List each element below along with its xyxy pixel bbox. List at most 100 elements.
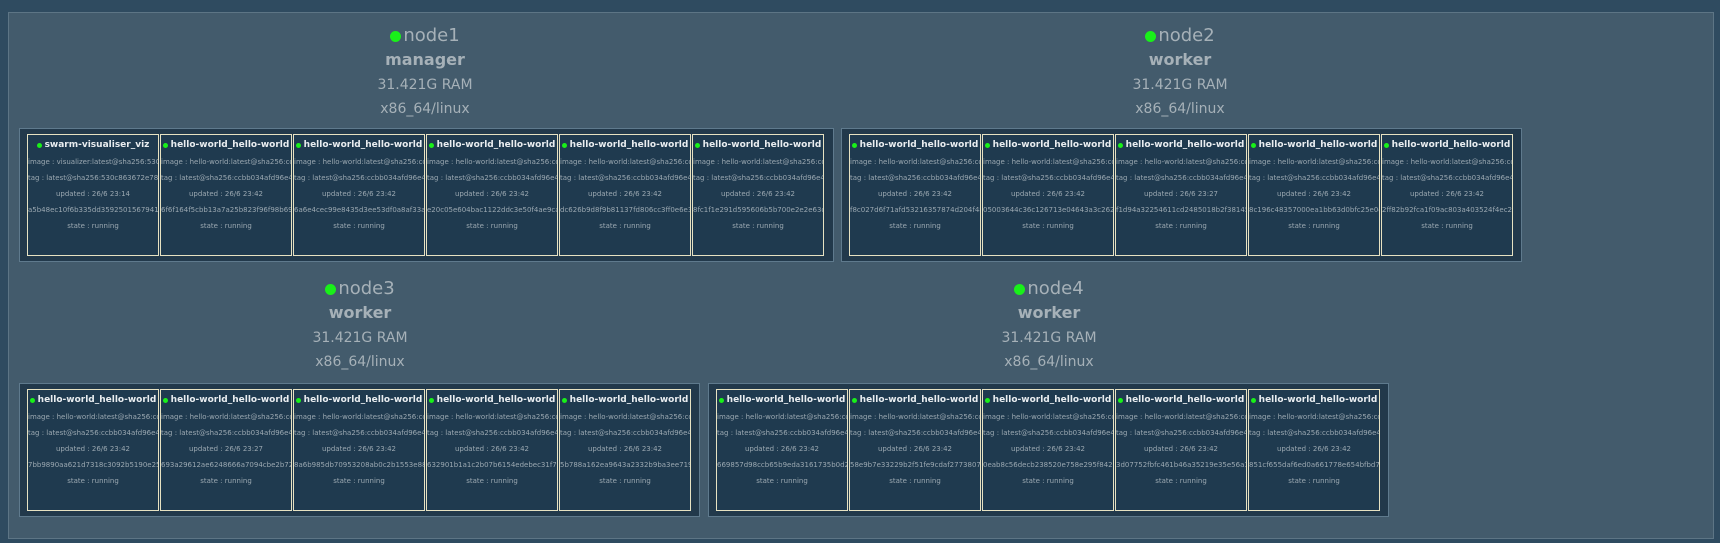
task-card[interactable]: hello-world_hello-world image : hello-wor… — [293, 389, 425, 511]
task-id: f8c027d6f71afd53216357874d204f482e7a — [850, 206, 980, 214]
task-name: hello-world_hello-world — [1125, 140, 1245, 150]
task-card[interactable]: hello-world_hello-world image : hello-wor… — [1115, 389, 1247, 511]
task-image: image : hello-world:latest@sha256:ccbb0 — [28, 413, 158, 421]
task-image: image : hello-world:latest@sha256:ccbb0 — [983, 158, 1113, 166]
task-container-node3: hello-world_hello-worldimage : hello-wor… — [19, 383, 700, 517]
task-state: state : running — [732, 222, 784, 230]
task-id: 3d07752fbfc461b46a35219e35e56a1684 — [1116, 461, 1246, 469]
task-image: image : visualizer:latest@sha256:530c863… — [28, 158, 158, 166]
task-image: image : hello-world:latest@sha256:ccbb0 — [427, 158, 557, 166]
task-updated: updated : 26/6 23:27 — [188, 445, 264, 453]
task-updated: updated : 26/6 23:27 — [1143, 190, 1219, 198]
task-state: state : running — [756, 477, 808, 485]
task-card[interactable]: hello-world_hello-world image : hello-wor… — [1115, 134, 1247, 256]
task-card[interactable]: hello-world_hello-world image : hello-wor… — [559, 134, 691, 256]
task-card[interactable]: hello-world_hello-world image : hello-wor… — [849, 134, 981, 256]
task-updated: updated : 26/6 23:42 — [1409, 190, 1485, 198]
task-updated: updated : 26/6 23:42 — [454, 445, 530, 453]
task-name: hello-world_hello-world — [170, 395, 290, 405]
task-image: image : hello-world:latest@sha256:ccbb0 — [717, 413, 847, 421]
status-dot-icon — [1014, 283, 1026, 295]
task-updated: updated : 26/6 23:42 — [1010, 445, 1086, 453]
task-tag: tag : latest@sha256:ccbb034afd96e4448b — [1116, 174, 1247, 182]
task-state: state : running — [1288, 222, 1340, 230]
node-header-node1: node1 manager 31.421G RAM x86_64/linux — [325, 25, 525, 118]
task-updated: updated : 26/6 23:42 — [454, 190, 530, 198]
task-updated: updated : 26/6 23:42 — [321, 190, 397, 198]
task-name: hello-world_hello-world — [1391, 140, 1511, 150]
task-card[interactable]: hello-world_hello-world image : hello-wor… — [160, 389, 292, 511]
node-name: node1 — [403, 25, 460, 46]
task-state: state : running — [200, 477, 252, 485]
status-dot-icon — [428, 142, 434, 148]
status-dot-icon — [851, 142, 857, 148]
task-image: image : hello-world:latest@sha256:ccbb0 — [161, 158, 291, 166]
task-name: hello-world_hello-world — [1258, 140, 1378, 150]
task-container-node4: hello-world_hello-worldimage : hello-wor… — [708, 383, 1389, 517]
task-state: state : running — [466, 477, 518, 485]
task-card[interactable]: hello-world_hello-world image : hello-wor… — [1248, 389, 1380, 511]
task-card[interactable]: hello-world_hello-world image : hello-wor… — [559, 389, 691, 511]
task-tag: tag : latest@sha256:ccbb034afd96e4448b — [28, 429, 159, 437]
status-dot-icon — [36, 142, 42, 148]
status-dot-icon — [851, 397, 857, 403]
task-state: state : running — [333, 222, 385, 230]
task-card[interactable]: hello-world_hello-world image : hello-wor… — [982, 389, 1114, 511]
status-dot-icon — [295, 142, 301, 148]
task-card[interactable]: hello-world_hello-world image : hello-wor… — [293, 134, 425, 256]
status-dot-icon — [1250, 142, 1256, 148]
task-card[interactable]: hello-world_hello-world image : hello-wor… — [426, 134, 558, 256]
task-state: state : running — [1155, 477, 1207, 485]
status-dot-icon — [984, 142, 990, 148]
task-image: image : hello-world:latest@sha256:ccbb0 — [1249, 413, 1379, 421]
task-image: image : hello-world:latest@sha256:ccbb0 — [1116, 413, 1246, 421]
node-name: node4 — [1027, 278, 1084, 299]
task-id: 669857d98ccb65b9eda3161735b0d22ca — [717, 461, 848, 469]
status-dot-icon — [1383, 142, 1389, 148]
task-image: image : hello-world:latest@sha256:ccbb0 — [983, 413, 1113, 421]
task-state: state : running — [1022, 477, 1074, 485]
task-name: hello-world_hello-world — [37, 395, 157, 405]
task-card[interactable]: hello-world_hello-world image : hello-wor… — [1248, 134, 1380, 256]
task-card[interactable]: hello-world_hello-worldimage : hello-wor… — [27, 389, 159, 511]
status-dot-icon — [561, 397, 567, 403]
task-tag: tag : latest@sha256:ccbb034afd96e4448b — [161, 174, 292, 182]
task-card[interactable]: hello-world_hello-world image : hello-wor… — [426, 389, 558, 511]
task-name: hello-world_hello-world — [702, 140, 822, 150]
node-name: node3 — [338, 278, 395, 299]
task-id: 632901b1a1c2b07b6154edebec31f7f69e — [427, 461, 558, 469]
task-id: 8fc1f1e291d595606b5b700e2e2e63c366d — [693, 206, 823, 214]
task-name: hello-world_hello-world — [726, 395, 846, 405]
task-state: state : running — [1155, 222, 1207, 230]
node-arch: x86_64/linux — [315, 354, 405, 370]
task-state: state : running — [67, 477, 119, 485]
task-name: hello-world_hello-world — [569, 140, 689, 150]
task-container-node1: swarm-visualiser_viz image : visualizer:l… — [19, 128, 834, 262]
task-tag: tag : latest@sha256:ccbb034afd96e4448b — [693, 174, 824, 182]
status-dot-icon — [295, 397, 301, 403]
node-header-node3: node3 worker 31.421G RAM x86_64/linux — [260, 278, 460, 371]
task-card[interactable]: hello-world_hello-world image : hello-wor… — [692, 134, 824, 256]
node-role: worker — [328, 303, 392, 322]
status-dot-icon — [1117, 397, 1123, 403]
task-tag: tag : latest@sha256:ccbb034afd96e4448b — [850, 174, 981, 182]
task-updated: updated : 26/6 23:42 — [744, 445, 820, 453]
task-card[interactable]: hello-world_hello-world image : hello-wor… — [849, 389, 981, 511]
task-card[interactable]: hello-world_hello-worldimage : hello-wor… — [716, 389, 848, 511]
task-state: state : running — [599, 222, 651, 230]
node-ram: 31.421G RAM — [1132, 77, 1228, 93]
task-image: image : hello-world:latest@sha256:ccbb0 — [850, 413, 980, 421]
task-card[interactable]: hello-world_hello-worldimage : hello-wor… — [982, 134, 1114, 256]
task-state: state : running — [333, 477, 385, 485]
task-id: e20c05e604bac1122ddc3e50f4ae9ca14d — [427, 206, 557, 214]
task-tag: tag : latest@sha256:ccbb034afd96e4448b — [1249, 429, 1380, 437]
node-ram: 31.421G RAM — [312, 330, 408, 346]
task-name: hello-world_hello-world — [992, 140, 1112, 150]
task-id: 693a29612ae6248666a7094cbe2b7247d2 — [161, 461, 291, 469]
task-id: a5b48ec10f6b335dd35925015679415109 — [28, 206, 159, 214]
task-state: state : running — [1421, 222, 1473, 230]
task-card[interactable]: swarm-visualiser_viz image : visualizer:l… — [27, 134, 159, 256]
task-state: state : running — [599, 477, 651, 485]
task-card[interactable]: hello-world_hello-world image : hello-wor… — [160, 134, 292, 256]
task-card[interactable]: hello-world_hello-world image : hello-wor… — [1381, 134, 1513, 256]
